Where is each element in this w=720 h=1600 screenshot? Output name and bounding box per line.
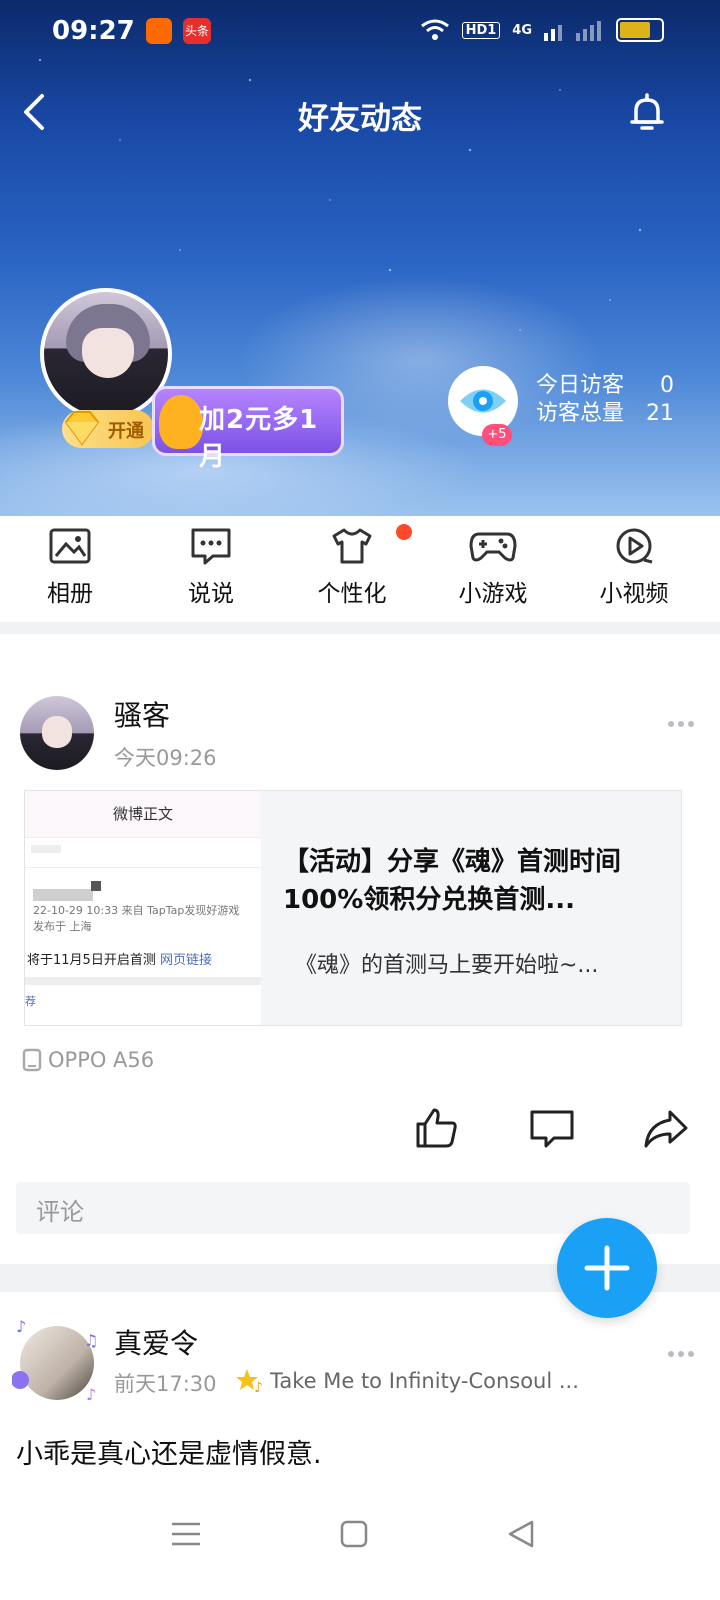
notification-dot: [396, 524, 412, 540]
device-info: OPPO A56: [22, 1048, 154, 1072]
comment-icon[interactable]: [528, 1104, 576, 1152]
today-visitors-label: 今日访客: [535, 373, 624, 398]
system-nav-bar: [0, 1486, 720, 1600]
battery-icon: [616, 18, 664, 42]
wifi-icon: [420, 19, 449, 40]
music-star-icon: ♪: [236, 1369, 263, 1394]
gamepad-icon: [469, 532, 517, 562]
avatar-music-frame-icon: ♪ ♫ ♪: [12, 1317, 98, 1404]
music-tag[interactable]: ♪ Take Me to Infinity-Consoul ...: [236, 1368, 579, 1394]
card-thumbnail: 微博正文 22-10-29 10:33 来自 TapTap发现好游戏 发布于 上…: [25, 791, 261, 1025]
total-visitors-label: 访客总量: [535, 401, 624, 426]
promo-text: 加2元多1月: [199, 405, 319, 472]
shared-link-card[interactable]: 微博正文 22-10-29 10:33 来自 TapTap发现好游戏 发布于 上…: [24, 790, 682, 1026]
bell-icon[interactable]: [626, 92, 668, 134]
menu-label-minigame: 小游戏: [458, 581, 528, 607]
menu-label-personalize: 个性化: [317, 581, 387, 607]
post-author-name[interactable]: 真爱令: [114, 1322, 198, 1362]
home-icon[interactable]: [336, 1516, 372, 1552]
album-icon: [49, 528, 91, 564]
post-author-name[interactable]: 骚客: [114, 694, 170, 734]
card-subtitle: 《魂》的首测马上要开始啦~...: [295, 953, 599, 978]
network-type-label: 4G: [512, 22, 532, 38]
menu-label-album: 相册: [47, 581, 93, 607]
thumb-text: 将于11月5日开启首测 网页链接: [27, 953, 212, 968]
more-options-icon[interactable]: [668, 712, 698, 727]
total-visitors-value: 21: [646, 401, 674, 426]
video-icon: [616, 528, 653, 564]
menu-item-shuoshuo[interactable]: 说说: [151, 526, 271, 608]
device-name: OPPO A56: [48, 1048, 155, 1072]
thumb-header: 微博正文: [25, 791, 261, 837]
post-text: 小乖是真心还是虚情假意.: [16, 1439, 322, 1470]
feature-menu: 相册 说说 个性化 小游戏 小视频: [0, 516, 720, 622]
share-icon[interactable]: [642, 1104, 690, 1152]
more-options-icon[interactable]: [668, 1342, 698, 1357]
svg-text:♪: ♪: [86, 1385, 96, 1404]
post-author-avatar[interactable]: [20, 696, 94, 770]
menu-item-video[interactable]: 小视频: [574, 526, 694, 608]
page-title: 好友动态: [298, 101, 422, 137]
plus-icon: [584, 1245, 630, 1291]
post-timestamp: 今天09:26: [114, 746, 217, 770]
menu-item-personalize[interactable]: 个性化: [292, 526, 412, 608]
thumb-link: 网页链接: [159, 953, 212, 968]
menu-icon[interactable]: [168, 1516, 204, 1552]
visitor-stats[interactable]: 今日访客 0 访客总量 21: [536, 372, 674, 428]
signal-icon: [544, 21, 601, 41]
hd-indicator: HD1: [461, 21, 501, 39]
diamond-icon: [64, 411, 100, 446]
visitor-plus-badge: +5: [482, 424, 512, 446]
svg-text:♪: ♪: [16, 1317, 26, 1336]
menu-item-album[interactable]: 相册: [10, 526, 130, 608]
post-timestamp: 前天17:30: [114, 1372, 217, 1396]
comment-placeholder: 评论: [36, 1198, 84, 1226]
back-icon[interactable]: [504, 1516, 540, 1552]
menu-item-minigame[interactable]: 小游戏: [433, 526, 553, 608]
shuoshuo-icon: [191, 528, 231, 565]
vip-promo-banner[interactable]: 加2元多1月: [152, 386, 344, 472]
add-post-button[interactable]: [557, 1218, 657, 1318]
today-visitors-value: 0: [660, 373, 674, 398]
menu-label-shuoshuo: 说说: [188, 581, 234, 607]
menu-label-video: 小视频: [599, 581, 669, 607]
song-title: Take Me to Infinity-Consoul ...: [270, 1369, 579, 1393]
thumb-meta: 22-10-29 10:33 来自 TapTap发现好游戏 发布于 上海: [33, 904, 240, 933]
vip-open-badge[interactable]: 开通: [62, 410, 154, 448]
toutiao-app-icon: 头条: [183, 18, 211, 44]
status-time: 09:27: [52, 16, 135, 46]
status-bar: 09:27 头条 HD1 4G: [0, 0, 720, 64]
phone-icon: [22, 1048, 42, 1072]
divider: [0, 622, 720, 634]
mascot-icon: [159, 395, 203, 449]
svg-text:♫: ♫: [84, 1331, 98, 1350]
thumb-rec: 荐: [25, 995, 36, 1008]
kuaishou-app-icon: [146, 18, 172, 44]
card-title: 【活动】分享《魂》首测时间 100%领积分兑换首测...: [283, 847, 622, 915]
tshirt-icon: [332, 528, 372, 564]
profile-header: 09:27 头条 HD1 4G 好友动态 开通 加2元多1月 +5 今日访客 0…: [0, 0, 720, 516]
like-icon[interactable]: [412, 1104, 460, 1152]
vip-open-label: 开通: [108, 421, 144, 442]
svg-text:♪: ♪: [254, 1380, 263, 1394]
